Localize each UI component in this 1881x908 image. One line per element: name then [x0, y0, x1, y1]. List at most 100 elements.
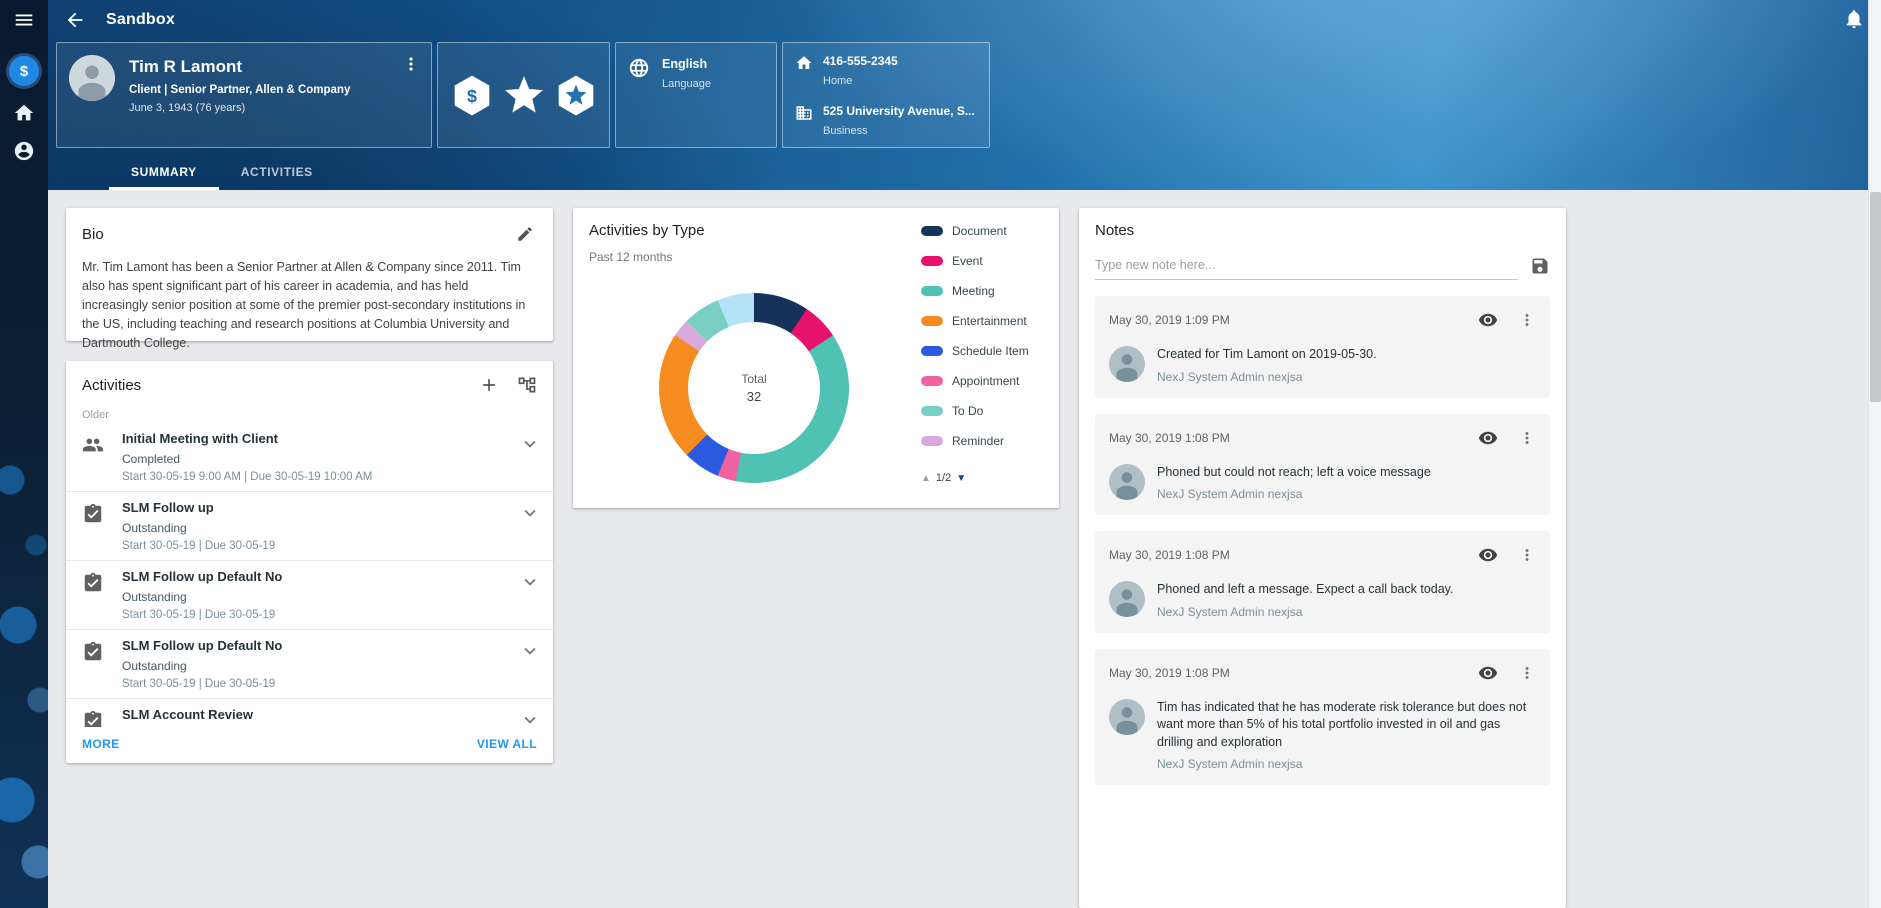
chevron-down-icon[interactable]	[519, 709, 541, 727]
activity-title: SLM Follow up	[122, 500, 275, 515]
view-all-button[interactable]: VIEW ALL	[477, 737, 537, 751]
note-menu-icon[interactable]	[1518, 429, 1536, 447]
hexagon-dollar-icon[interactable]: $	[451, 73, 493, 117]
note-item: May 30, 2019 1:08 PM Phoned but could no…	[1095, 414, 1550, 516]
activities-card: Activities Older	[66, 361, 553, 763]
legend-swatch	[921, 256, 943, 266]
save-note-icon[interactable]	[1530, 256, 1550, 276]
activity-row[interactable]: SLM Follow up Outstanding Start 30-05-19…	[66, 491, 553, 560]
tab-summary[interactable]: SUMMARY	[109, 156, 219, 190]
business-building-icon	[795, 104, 813, 122]
address-row[interactable]: 525 University Avenue, S... Business	[795, 103, 977, 137]
back-arrow-icon[interactable]	[64, 8, 88, 32]
note-date: May 30, 2019 1:08 PM	[1109, 548, 1230, 562]
activity-dates: Start 30-05-19 | Due 30-05-19	[122, 678, 282, 690]
language-card[interactable]: English Language	[615, 42, 777, 148]
more-button[interactable]: MORE	[82, 737, 120, 751]
sidebar: $	[0, 0, 48, 908]
legend-item: Event	[921, 254, 1045, 268]
note-menu-icon[interactable]	[1518, 311, 1536, 329]
note-menu-icon[interactable]	[1518, 546, 1536, 564]
note-menu-icon[interactable]	[1518, 664, 1536, 682]
add-activity-icon[interactable]	[477, 373, 501, 397]
home-icon[interactable]	[2, 94, 46, 132]
note-date: May 30, 2019 1:09 PM	[1109, 313, 1230, 327]
hexagon-star-icon[interactable]	[555, 73, 597, 117]
note-author-avatar	[1109, 346, 1145, 382]
note-text: Phoned and left a message. Expect a call…	[1157, 581, 1453, 599]
vertical-scrollbar[interactable]	[1868, 0, 1881, 908]
new-note-input[interactable]	[1095, 251, 1518, 280]
menu-icon[interactable]	[0, 0, 48, 40]
view-note-icon[interactable]	[1478, 545, 1498, 565]
activity-title: SLM Follow up Default No	[122, 638, 282, 653]
profile-menu-icon[interactable]	[401, 53, 423, 75]
activities-by-type-card: Activities by Type Past 12 months Total …	[573, 208, 1059, 508]
address-label: Business	[823, 125, 975, 137]
person-icon[interactable]	[2, 132, 46, 170]
legend-swatch	[921, 226, 943, 236]
activity-row[interactable]: SLM Follow up Default No Outstanding Sta…	[66, 560, 553, 629]
note-author: NexJ System Admin nexjsa	[1157, 370, 1377, 384]
legend-label: To Do	[952, 404, 983, 418]
note-author-avatar	[1109, 699, 1145, 735]
chart-legend: Document Event Meeting Entertainment Sch…	[921, 224, 1045, 464]
view-note-icon[interactable]	[1478, 310, 1498, 330]
legend-page-up-icon[interactable]: ▲	[921, 473, 931, 484]
badges-card: $	[437, 42, 610, 148]
note-date: May 30, 2019 1:08 PM	[1109, 431, 1230, 445]
activity-row[interactable]: Initial Meeting with Client Completed St…	[66, 423, 553, 491]
activity-title: Initial Meeting with Client	[122, 431, 372, 446]
home-phone-icon	[795, 54, 813, 72]
activities-list: Initial Meeting with Client Completed St…	[66, 423, 553, 727]
note-text: Tim has indicated that he has moderate r…	[1157, 699, 1536, 752]
globe-icon	[628, 57, 650, 79]
legend-swatch	[921, 316, 943, 326]
bio-text: Mr. Tim Lamont has been a Senior Partner…	[82, 258, 537, 353]
note-text: Created for Tim Lamont on 2019-05-30.	[1157, 346, 1377, 364]
legend-page-down-icon[interactable]: ▼	[956, 473, 966, 484]
chevron-down-icon[interactable]	[519, 571, 541, 593]
activity-dates: Start 30-05-19 | Due 30-05-19	[122, 609, 282, 621]
legend-item: Schedule Item	[921, 344, 1045, 358]
activity-status: Outstanding	[122, 521, 275, 535]
note-text: Phoned but could not reach; left a voice…	[1157, 464, 1431, 482]
profile-avatar	[69, 55, 115, 101]
activity-title: SLM Account Review	[122, 707, 275, 722]
hierarchy-tree-icon[interactable]	[515, 373, 539, 397]
legend-item: Meeting	[921, 284, 1045, 298]
tab-bar: SUMMARY ACTIVITIES	[109, 156, 335, 190]
chevron-down-icon[interactable]	[519, 433, 541, 455]
activity-row[interactable]: SLM Account Review Outstanding Start 30-…	[66, 698, 553, 727]
note-item: May 30, 2019 1:09 PM Created for Tim Lam…	[1095, 296, 1550, 398]
scrollbar-thumb[interactable]	[1870, 192, 1881, 402]
chevron-down-icon[interactable]	[519, 502, 541, 524]
edit-pencil-icon[interactable]	[513, 222, 537, 246]
dollar-circle-icon[interactable]: $	[9, 56, 39, 86]
address-value: 525 University Avenue, S...	[823, 104, 975, 118]
legend-swatch	[921, 436, 943, 446]
legend-label: Reminder	[952, 434, 1004, 448]
phone-number: 416-555-2345	[823, 54, 898, 68]
activity-row[interactable]: SLM Follow up Default No Outstanding Sta…	[66, 629, 553, 698]
star-badge-icon[interactable]	[503, 73, 545, 117]
legend-label: Meeting	[952, 284, 995, 298]
activity-type-icon	[82, 710, 104, 727]
activity-type-icon	[82, 434, 104, 456]
notifications-bell-icon[interactable]	[1843, 8, 1865, 30]
tab-activities[interactable]: ACTIVITIES	[219, 156, 335, 190]
topbar: Sandbox	[48, 0, 1881, 40]
view-note-icon[interactable]	[1478, 428, 1498, 448]
note-author: NexJ System Admin nexjsa	[1157, 605, 1453, 619]
activities-title: Activities	[82, 377, 141, 394]
phone-row[interactable]: 416-555-2345 Home	[795, 53, 977, 87]
activity-title: SLM Follow up Default No	[122, 569, 282, 584]
chevron-down-icon[interactable]	[519, 640, 541, 662]
note-author: NexJ System Admin nexjsa	[1157, 487, 1431, 501]
notes-list: May 30, 2019 1:09 PM Created for Tim Lam…	[1095, 280, 1550, 785]
activity-type-icon	[82, 572, 104, 594]
notes-card: Notes May 30, 2019 1:09 PM	[1079, 208, 1566, 908]
view-note-icon[interactable]	[1478, 663, 1498, 683]
note-author-avatar	[1109, 464, 1145, 500]
note-item: May 30, 2019 1:08 PM Phoned and left a m…	[1095, 531, 1550, 633]
